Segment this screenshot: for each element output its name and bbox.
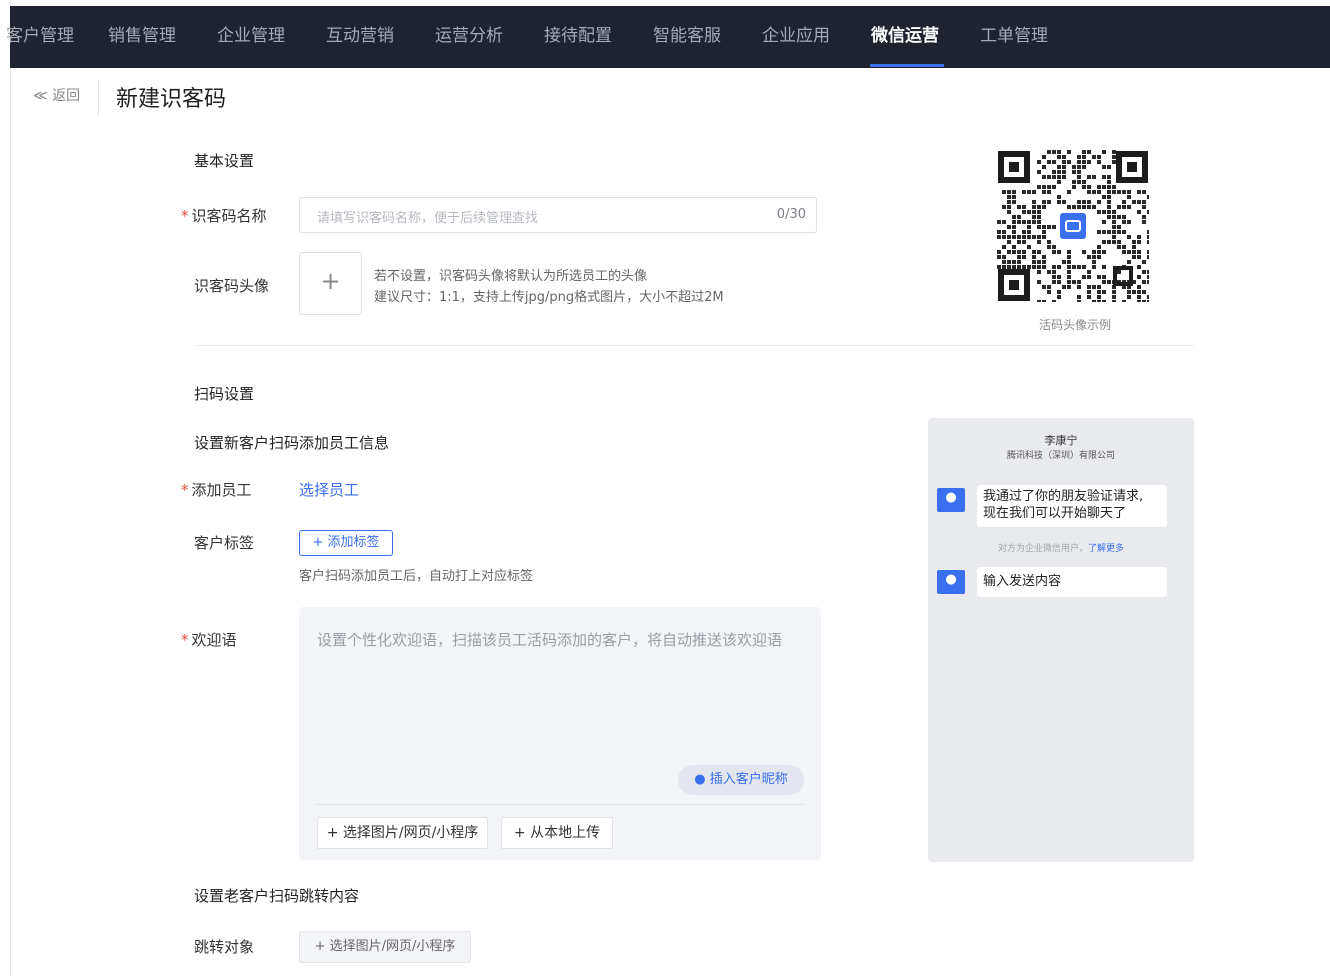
section-divider (194, 345, 1194, 346)
name-field-label: * 识客码名称 (181, 205, 267, 226)
preview-company: 腾讯科技（深圳）有限公司 (1006, 451, 1115, 461)
preview-message-1-line-2: 现在我们可以开始聊天了 (983, 506, 1127, 521)
page-title: 新建识客码 (116, 87, 227, 112)
upload-local-button[interactable]: + 从本地上传 (501, 817, 613, 849)
welcome-label-text: 欢迎语 (191, 631, 237, 649)
editor-divider (317, 804, 803, 805)
name-input-counter: 0/30 (776, 207, 806, 222)
avatar-hint-1: 若不设置，识客码头像将默认为所选员工的头像 (374, 269, 648, 284)
header-divider (98, 80, 99, 116)
preview-message-1: 我通过了你的朋友验证请求, 现在我们可以开始聊天了 (977, 485, 1167, 527)
window-left-edge (0, 0, 11, 976)
welcome-message-editor[interactable]: 设置个性化欢迎语，扫描该员工活码添加的客户，将自动推送该欢迎语 ● 插入客户昵称… (299, 607, 821, 860)
select-staff-link[interactable]: 选择员工 (299, 479, 359, 500)
nav-item-sales[interactable]: 销售管理 (108, 6, 176, 68)
nav-item-wechat-ops[interactable]: 微信运营 (871, 6, 939, 68)
avatar-upload-button[interactable]: + (299, 252, 362, 315)
old-customer-title: 设置老客户扫码跳转内容 (194, 887, 360, 905)
add-staff-label-text: 添加员工 (191, 481, 252, 499)
avatar-field-label: 识客码头像 (194, 277, 270, 295)
basic-settings-title: 基本设置 (194, 152, 255, 170)
select-media-button[interactable]: + 选择图片/网页/小程序 (317, 817, 488, 849)
chat-preview: 李康宁 腾讯科技（深圳）有限公司 ● 我通过了你的朋友验证请求, 现在我们可以开… (928, 418, 1194, 862)
avatar-icon: ● (937, 488, 965, 512)
add-tag-button[interactable]: + 添加标签 (299, 530, 393, 556)
welcome-placeholder: 设置个性化欢迎语，扫描该员工活码添加的客户，将自动推送该欢迎语 (317, 631, 783, 649)
required-mark: * (181, 631, 189, 649)
preview-contact-name: 李康宁 (1044, 434, 1078, 447)
top-nav: 客户管理 销售管理 企业管理 互动营销 运营分析 接待配置 智能客服 企业应用 … (6, 6, 1330, 68)
plus-icon: + (320, 267, 341, 295)
preview-notice: 对方为企业微信用户，了解更多 (928, 541, 1194, 554)
back-link[interactable]: ≪ 返回 (33, 85, 80, 105)
nav-item-smart-service[interactable]: 智能客服 (653, 6, 721, 68)
nav-item-analytics[interactable]: 运营分析 (435, 6, 503, 68)
nav-item-marketing[interactable]: 互动营销 (326, 6, 394, 68)
jump-field-label: 跳转对象 (194, 938, 255, 956)
insert-nickname-button[interactable]: ● 插入客户昵称 (678, 765, 804, 795)
insert-nickname-label: 插入客户昵称 (709, 772, 788, 787)
nav-item-enterprise[interactable]: 企业管理 (217, 6, 285, 68)
preview-message-1-line-1: 我通过了你的朋友验证请求, (983, 489, 1144, 504)
qr-caption: 活码头像示例 (1038, 318, 1111, 332)
scan-settings-title: 扫码设置 (194, 385, 255, 403)
avatar-icon: ● (937, 570, 965, 594)
tag-hint: 客户扫码添加员工后，自动打上对应标签 (299, 569, 534, 584)
preview-notice-text: 对方为企业微信用户， (997, 544, 1088, 554)
add-staff-field-label: * 添加员工 (181, 479, 252, 500)
name-input[interactable]: 请填写识客码名称，便于后续管理查找 0/30 (299, 197, 817, 233)
qr-code-example (997, 150, 1151, 304)
nav-active-indicator (870, 64, 944, 67)
nav-item-tickets[interactable]: 工单管理 (980, 6, 1048, 68)
qr-code-image (997, 150, 1151, 304)
name-input-placeholder: 请填写识客码名称，便于后续管理查找 (317, 211, 539, 226)
avatar-hint-2: 建议尺寸：1:1，支持上传jpg/png格式图片，大小不超过2M (374, 290, 724, 305)
user-icon: ● (945, 572, 957, 587)
user-icon: ● (945, 490, 957, 505)
jump-select-button[interactable]: + 选择图片/网页/小程序 (299, 931, 471, 963)
tag-field-label: 客户标签 (194, 534, 255, 552)
nav-item-apps[interactable]: 企业应用 (762, 6, 830, 68)
nav-item-customer[interactable]: 客户管理 (6, 6, 74, 68)
preview-message-2: 输入发送内容 (977, 567, 1167, 597)
required-mark: * (181, 481, 189, 499)
learn-more-link[interactable]: 了解更多 (1088, 544, 1124, 554)
name-label-text: 识客码名称 (191, 207, 267, 225)
user-icon: ● (694, 772, 706, 787)
required-mark: * (181, 207, 189, 225)
nav-item-reception[interactable]: 接待配置 (544, 6, 612, 68)
welcome-field-label: * 欢迎语 (181, 629, 237, 650)
new-customer-title: 设置新客户扫码添加员工信息 (194, 434, 390, 452)
